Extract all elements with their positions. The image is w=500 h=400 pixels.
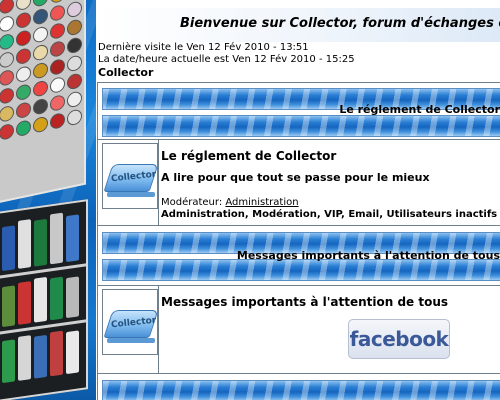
bottle-cap — [67, 36, 82, 55]
bottle-cap — [33, 25, 48, 44]
bottle-cap — [50, 0, 65, 5]
category-band — [102, 380, 500, 400]
forum-groups: Administration, Modération, VIP, Email, … — [161, 209, 498, 220]
can — [34, 276, 47, 323]
can — [18, 281, 31, 325]
bottle-cap — [0, 14, 14, 33]
bottle-cap — [67, 72, 82, 91]
bottle-cap — [16, 119, 31, 138]
bottle-cap — [50, 21, 65, 41]
bottle-cap — [67, 108, 82, 127]
moderator-link[interactable]: Administration — [225, 197, 298, 208]
bottle-cap — [50, 75, 65, 95]
facebook-logo-text: facebook — [349, 327, 449, 351]
bottle-cap — [16, 101, 31, 120]
bottle-cap — [16, 83, 31, 102]
bottle-cap — [33, 79, 48, 98]
bottle-cap — [67, 54, 82, 73]
bottle-cap — [50, 111, 65, 131]
bottle-cap — [67, 90, 82, 109]
bottle-cap — [33, 97, 48, 116]
bottle-cap — [0, 50, 14, 69]
row-separator — [98, 225, 500, 226]
can — [2, 285, 15, 328]
can — [18, 335, 31, 381]
bottle-cap — [0, 0, 14, 15]
column-divider — [158, 285, 159, 373]
can — [50, 330, 63, 377]
can — [66, 330, 79, 375]
last-visit-text: Dernière visite le Ven 12 Fév 2010 - 13:… — [98, 42, 309, 53]
forum-index-table: Le réglement de Collector Collector Le r… — [97, 82, 500, 400]
category-band — [102, 115, 500, 137]
bottle-cap — [67, 0, 82, 19]
forum-status-icon: Collector — [102, 143, 159, 209]
bottle-cap — [16, 29, 31, 48]
forum-title-link[interactable]: Messages importants à l'attention de tou… — [161, 295, 448, 309]
forum-status-icon: Collector — [102, 289, 159, 355]
can — [50, 212, 63, 265]
can — [66, 214, 79, 263]
bottle-cap — [50, 57, 65, 77]
can — [34, 218, 47, 267]
forum-laptop-base — [107, 338, 155, 343]
cans-shelf-image — [0, 199, 88, 400]
breadcrumb[interactable]: Collector — [98, 66, 153, 79]
bottle-cap — [0, 86, 14, 105]
can — [2, 339, 15, 384]
moderator-label: Modérateur: — [161, 197, 223, 208]
can — [18, 219, 31, 269]
category-title[interactable]: Messages importants à l'attention de tou… — [237, 249, 500, 262]
welcome-title: Bienvenue sur Collector, forum d'échange… — [180, 16, 500, 31]
bottle-cap — [0, 104, 14, 123]
bottle-caps-image — [0, 0, 86, 205]
forum-moderator-row: Modérateur: Administration — [161, 197, 299, 208]
bottle-cap — [33, 0, 48, 8]
decorative-sidebar — [0, 0, 96, 400]
bottle-cap — [67, 18, 82, 37]
category-title[interactable]: Le réglement de Collector — [339, 103, 500, 116]
current-time-text: La date/heure actuelle est Ven 12 Fév 20… — [98, 54, 355, 65]
can — [2, 225, 15, 272]
bottle-cap — [50, 3, 65, 23]
forum-title-link[interactable]: Le réglement de Collector — [161, 149, 336, 163]
forum-laptop-base — [107, 192, 155, 197]
can — [50, 276, 63, 321]
column-divider — [158, 139, 159, 225]
forum-description: A lire pour que tout se passe pour le mi… — [161, 171, 430, 184]
bottle-cap — [16, 47, 31, 66]
bottle-cap — [0, 68, 14, 87]
bottle-cap — [16, 11, 31, 30]
bottle-cap — [16, 65, 31, 84]
bottle-cap — [0, 32, 14, 51]
bottle-cap — [33, 115, 48, 134]
bottle-cap — [33, 43, 48, 62]
row-separator — [98, 373, 500, 374]
bottle-cap — [50, 93, 65, 113]
category-band — [102, 259, 500, 281]
can — [66, 276, 79, 319]
can — [34, 334, 47, 379]
bottle-cap — [16, 0, 31, 12]
bottle-cap — [33, 61, 48, 80]
bottle-cap — [50, 39, 65, 59]
bottle-cap — [33, 7, 48, 26]
facebook-badge[interactable]: facebook — [348, 319, 450, 359]
bottle-cap — [0, 122, 14, 141]
